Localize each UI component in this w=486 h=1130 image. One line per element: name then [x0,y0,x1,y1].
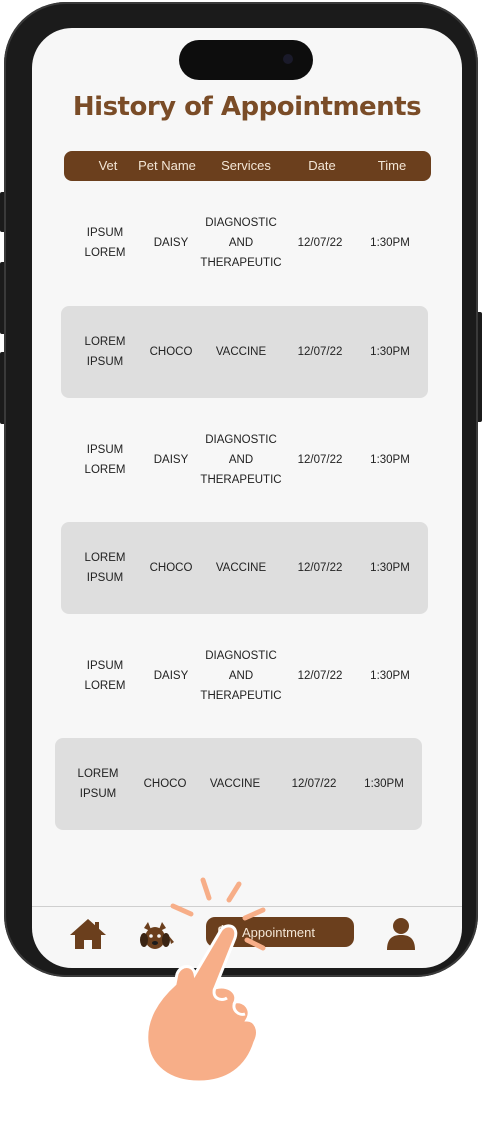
tap-burst-ray [226,881,242,903]
tap-burst-ray [170,903,194,917]
camera-icon [283,54,293,64]
column-header-date: Date [308,158,336,173]
cell-date: 12/07/22 [297,346,343,358]
cell-time: 1:30PM [364,778,404,790]
user-icon [387,918,415,950]
cell-vet: IPSUM LOREM [84,227,126,259]
cell-service: DIAGNOSTIC AND THERAPEUTIC [200,217,282,269]
cell-time: 1:30PM [370,237,410,249]
cell-time: 1:30PM [370,346,410,358]
cell-pet-name: CHOCO [149,346,193,358]
table-header: Vet Pet Name Services Date Time [64,151,431,181]
cell-pet-name: DAISY [153,454,189,466]
cell-service: VACCINE [209,778,261,790]
nav-profile-button[interactable] [385,916,417,952]
app-screen: History of Appointments Vet Pet Name Ser… [32,28,462,968]
table-row[interactable]: IPSUM LOREM DAISY DIAGNOSTIC AND THERAPE… [64,630,431,722]
phone-frame: History of Appointments Vet Pet Name Ser… [4,2,478,977]
cell-pet-name: DAISY [153,237,189,249]
cell-vet: IPSUM LOREM [84,444,126,476]
home-icon [70,919,106,949]
cell-date: 12/07/22 [297,237,343,249]
cell-vet: LOREM IPSUM [77,768,119,800]
tap-hand-icon [145,877,266,1084]
table-row[interactable]: LOREM IPSUM CHOCO VACCINE 12/07/22 1:30P… [61,522,428,614]
tap-burst-ray [200,877,212,901]
column-header-services: Services [221,158,271,173]
page-title: History of Appointments [72,92,422,122]
cell-date: 12/07/22 [297,562,343,574]
cell-vet: LOREM IPSUM [84,552,126,584]
table-row[interactable]: LOREM IPSUM CHOCO VACCINE 12/07/22 1:30P… [61,306,428,398]
cell-vet: LOREM IPSUM [84,336,126,368]
tap-burst-ray [242,907,266,921]
cell-pet-name: DAISY [153,670,189,682]
cell-time: 1:30PM [370,562,410,574]
cell-service: VACCINE [215,346,267,358]
cell-date: 12/07/22 [297,454,343,466]
column-header-vet: Vet [98,158,118,173]
cell-service: VACCINE [215,562,267,574]
cell-vet: IPSUM LOREM [84,660,126,692]
table-row[interactable]: IPSUM LOREM DAISY DIAGNOSTIC AND THERAPE… [64,197,431,289]
table-row[interactable]: LOREM IPSUM CHOCO VACCINE 12/07/22 1:30P… [55,738,422,830]
hand-shape [145,924,259,1084]
cell-time: 1:30PM [370,454,410,466]
nav-home-button[interactable] [68,916,108,952]
dynamic-island [179,40,313,80]
cell-date: 12/07/22 [291,778,337,790]
cell-date: 12/07/22 [297,670,343,682]
cell-pet-name: CHOCO [149,562,193,574]
table-row[interactable]: IPSUM LOREM DAISY DIAGNOSTIC AND THERAPE… [64,414,431,506]
column-header-time: Time [377,158,407,173]
column-header-pet-name: Pet Name [138,158,196,173]
tap-burst-ray [244,937,266,951]
cell-time: 1:30PM [370,670,410,682]
cell-service: DIAGNOSTIC AND THERAPEUTIC [200,650,282,702]
cell-service: DIAGNOSTIC AND THERAPEUTIC [200,434,282,486]
cell-pet-name: CHOCO [143,778,187,790]
